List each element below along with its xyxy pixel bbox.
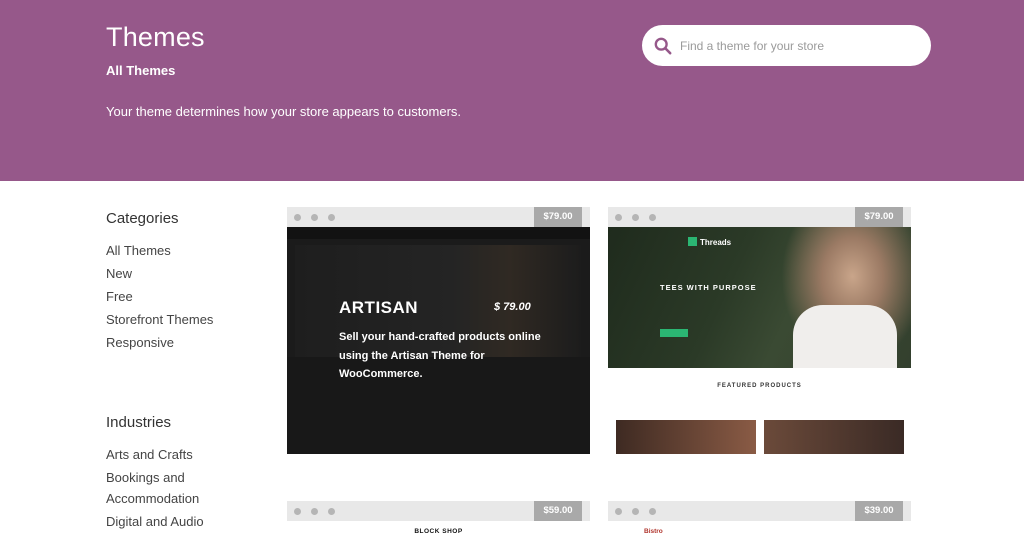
theme-logo-text: Bistro — [644, 528, 663, 535]
featured-products-heading: FEATURED PRODUCTS — [717, 383, 802, 389]
window-dot-icon — [311, 214, 318, 221]
category-storefront-themes[interactable]: Storefront Themes — [106, 310, 213, 330]
page-description: Your theme determines how your store app… — [106, 104, 462, 119]
price-badge: $79.00 — [855, 207, 903, 227]
industry-bookings-2[interactable]: Accommodation — [106, 489, 199, 509]
window-dot-icon — [328, 508, 335, 515]
theme-card-artisan[interactable]: $79.00 ARTISAN $ 79.00 Sell your hand-cr… — [287, 207, 590, 454]
window-dot-icon — [649, 508, 656, 515]
category-responsive[interactable]: Responsive — [106, 333, 174, 353]
industry-digital-and-audio[interactable]: Digital and Audio — [106, 512, 204, 532]
search-icon — [654, 37, 672, 54]
theme-preview: Threads TEES WITH PURPOSE FEATURED PRODU… — [608, 227, 911, 454]
window-dot-icon — [632, 214, 639, 221]
page-subtitle: All Themes — [106, 63, 176, 78]
theme-description: Sell your hand-crafted products online u… — [339, 331, 541, 380]
theme-preview: Bistro — [608, 521, 911, 542]
industry-bookings[interactable]: Bookings and — [106, 468, 185, 488]
window-dot-icon — [615, 214, 622, 221]
hover-overlay: ARTISAN $ 79.00 Sell your hand-crafted p… — [287, 227, 590, 454]
page-header: Themes All Themes Your theme determines … — [0, 0, 1024, 181]
industry-arts-and-crafts[interactable]: Arts and Crafts — [106, 445, 193, 465]
theme-logo-text: BLOCK SHOP — [414, 528, 463, 535]
category-all-themes[interactable]: All Themes — [106, 241, 171, 261]
product-thumbnail — [764, 420, 904, 454]
theme-name: ARTISAN — [339, 298, 419, 317]
search-input[interactable] — [680, 38, 910, 53]
window-dot-icon — [632, 508, 639, 515]
threads-logo: Threads — [688, 237, 731, 247]
price-badge: $59.00 — [534, 501, 582, 521]
search-box[interactable] — [642, 25, 931, 66]
price-badge: $39.00 — [855, 501, 903, 521]
threads-tagline: TEES WITH PURPOSE — [660, 283, 757, 292]
category-new[interactable]: New — [106, 264, 132, 284]
browser-bar: $79.00 — [608, 207, 911, 227]
categories-heading: Categories — [106, 210, 179, 227]
theme-preview: BLOCK SHOP — [287, 521, 590, 542]
window-dot-icon — [294, 214, 301, 221]
browser-bar: $79.00 — [287, 207, 590, 227]
product-thumbnail — [616, 420, 756, 454]
window-dot-icon — [328, 214, 335, 221]
price-badge: $79.00 — [534, 207, 582, 227]
window-dot-icon — [649, 214, 656, 221]
logo-mark-icon — [688, 237, 697, 246]
window-dot-icon — [615, 508, 622, 515]
browser-bar: $39.00 — [608, 501, 911, 521]
window-dot-icon — [294, 508, 301, 515]
page-title: Themes — [106, 22, 205, 52]
theme-price: $ 79.00 — [494, 301, 531, 313]
theme-card-block-shop[interactable]: $59.00 BLOCK SHOP — [287, 501, 590, 542]
window-dot-icon — [311, 508, 318, 515]
theme-card-bistro[interactable]: $39.00 Bistro — [608, 501, 911, 542]
theme-card-threads[interactable]: $79.00 Threads TEES WITH PURPOSE FEATURE… — [608, 207, 911, 454]
browser-bar: $59.00 — [287, 501, 590, 521]
industries-heading: Industries — [106, 414, 172, 431]
category-free[interactable]: Free — [106, 287, 133, 307]
